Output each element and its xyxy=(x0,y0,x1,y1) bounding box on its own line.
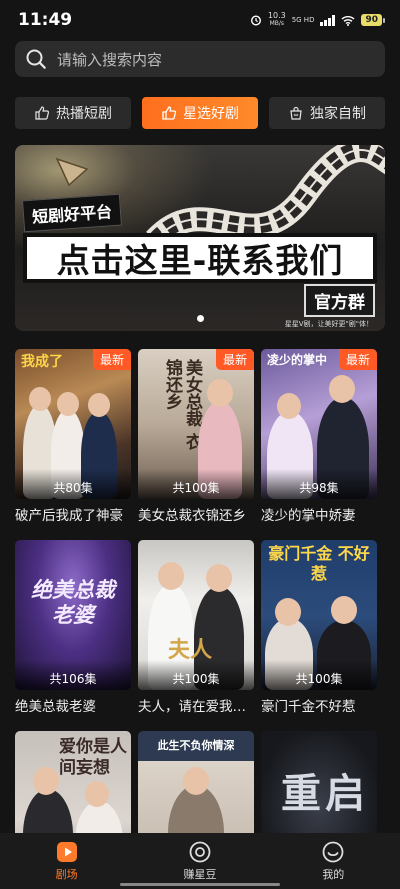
nav-earn[interactable]: 赚星豆 xyxy=(133,833,266,889)
episode-count: 共100集 xyxy=(261,660,377,690)
poster-face xyxy=(206,564,232,592)
tab-hot[interactable]: 热播短剧 xyxy=(15,97,131,129)
search-icon xyxy=(26,49,46,69)
poster-face xyxy=(331,596,357,624)
tab-label: 热播短剧 xyxy=(56,106,112,122)
drama-card[interactable]: 我成了 最新 共80集 破产后我成了神豪 xyxy=(15,349,131,524)
status-bar: 11:49 10.3 MB/s 5G HD 90 xyxy=(0,0,400,40)
signal-icon xyxy=(320,14,336,26)
drama-poster[interactable]: 绝美总裁老婆 共106集 xyxy=(15,540,131,690)
poster-title-text: 绝美总裁老婆 xyxy=(31,578,115,627)
tab-featured[interactable]: 星选好剧 xyxy=(142,97,258,129)
poster-title-text: 重启 xyxy=(281,771,369,817)
status-icons: 10.3 MB/s 5G HD 90 xyxy=(250,12,385,28)
smile-icon xyxy=(322,841,344,862)
poster-face xyxy=(85,781,109,807)
poster-face xyxy=(158,562,184,590)
drama-title[interactable]: 绝美总裁老婆 xyxy=(15,695,131,715)
drama-card[interactable]: 豪门千金 不好惹 共100集 豪门千金不好惹 xyxy=(261,540,377,715)
poster-title-text: 此生不负你情深 xyxy=(157,739,235,752)
episode-count: 共106集 xyxy=(15,660,131,690)
new-badge: 最新 xyxy=(338,349,377,370)
drama-title[interactable]: 夫人，请在爱我… xyxy=(138,695,254,715)
drama-card[interactable]: 凌少的掌中 最新 共98集 凌少的掌中娇妻 xyxy=(261,349,377,524)
search-input[interactable]: 请输入搜索内容 xyxy=(57,49,162,70)
poster-title-text: 我成了 xyxy=(21,354,63,370)
drama-poster[interactable]: 我成了 最新 共80集 xyxy=(15,349,131,499)
banner-headline: 点击这里-联系我们 xyxy=(23,233,377,283)
drama-poster[interactable]: 豪门千金 不好惹 共100集 xyxy=(261,540,377,690)
alarm-icon xyxy=(250,15,261,26)
bag-icon xyxy=(290,106,302,120)
poster-face xyxy=(33,767,59,795)
poster-title-text: 凌少的掌中 xyxy=(267,353,328,367)
thumb-icon xyxy=(162,106,177,120)
play-triangle-icon xyxy=(55,157,89,187)
poster-face xyxy=(29,387,51,411)
network-type: 5G HD xyxy=(291,16,315,24)
nav-label: 剧场 xyxy=(55,867,78,881)
drama-poster[interactable]: 夫人 共100集 xyxy=(138,540,254,690)
banner-headline-text: 点击这里-联系我们 xyxy=(56,241,344,280)
poster-title-text: 美女总裁 衣锦还乡 xyxy=(162,359,202,450)
bottom-nav: 剧场 赚星豆 我的 xyxy=(0,833,400,889)
drama-title[interactable]: 豪门千金不好惹 xyxy=(261,695,377,715)
net-speed: 10.3 MB/s xyxy=(268,12,286,28)
nav-theater[interactable]: 剧场 xyxy=(0,833,133,889)
poster-face xyxy=(57,392,79,416)
episode-count: 共80集 xyxy=(15,469,131,499)
net-speed-unit: MB/s xyxy=(269,20,285,27)
drama-card[interactable]: 绝美总裁老婆 共106集 绝美总裁老婆 xyxy=(15,540,131,715)
poster-face xyxy=(88,393,110,417)
drama-card[interactable]: 美女总裁 衣锦还乡 最新 共100集 美女总裁衣锦还乡 xyxy=(138,349,254,524)
poster-face xyxy=(277,393,301,419)
drama-title[interactable]: 美女总裁衣锦还乡 xyxy=(138,504,254,524)
episode-count: 共100集 xyxy=(138,660,254,690)
episode-count: 共100集 xyxy=(138,469,254,499)
promo-banner[interactable]: 短剧好平台 点击这里-联系我们 官方群 星星V剧，让美好更"剧"体！ xyxy=(15,145,385,331)
play-icon xyxy=(56,841,77,862)
poster-face xyxy=(275,598,301,626)
tab-exclusive[interactable]: 独家自制 xyxy=(269,97,385,129)
tab-label: 星选好剧 xyxy=(183,106,239,122)
new-badge: 最新 xyxy=(92,349,131,370)
drama-poster[interactable]: 凌少的掌中 最新 共98集 xyxy=(261,349,377,499)
nav-profile[interactable]: 我的 xyxy=(267,833,400,889)
carousel-dot[interactable] xyxy=(197,315,204,322)
nav-label: 赚星豆 xyxy=(183,867,217,881)
drama-card[interactable]: 夫人 共100集 夫人，请在爱我… xyxy=(138,540,254,715)
poster-face xyxy=(207,379,233,407)
nav-label: 我的 xyxy=(322,867,345,881)
new-badge: 最新 xyxy=(215,349,254,370)
net-speed-value: 10.3 xyxy=(267,11,286,20)
status-time: 11:49 xyxy=(18,10,73,30)
drama-poster[interactable]: 美女总裁 衣锦还乡 最新 共100集 xyxy=(138,349,254,499)
poster-title-text: 豪门千金 不好惹 xyxy=(268,544,370,583)
episode-count: 共98集 xyxy=(261,469,377,499)
category-tabs: 热播短剧 星选好剧 独家自制 xyxy=(15,97,385,129)
coin-icon xyxy=(189,841,211,862)
wifi-icon xyxy=(342,15,355,26)
home-indicator[interactable] xyxy=(120,883,280,886)
poster-face xyxy=(329,375,355,403)
thumb-icon xyxy=(35,106,50,120)
battery-indicator: 90 xyxy=(361,14,385,26)
poster-face xyxy=(183,767,209,795)
tab-label: 独家自制 xyxy=(310,106,366,122)
search-bar[interactable]: 请输入搜索内容 xyxy=(15,41,385,77)
banner-subheading: 官方群 xyxy=(304,284,375,317)
drama-title[interactable]: 破产后我成了神豪 xyxy=(15,504,131,524)
poster-title-text: 爱你是人间妄想 xyxy=(59,737,127,778)
banner-tag: 短剧好平台 xyxy=(22,193,123,233)
drama-title[interactable]: 凌少的掌中娇妻 xyxy=(261,504,377,524)
